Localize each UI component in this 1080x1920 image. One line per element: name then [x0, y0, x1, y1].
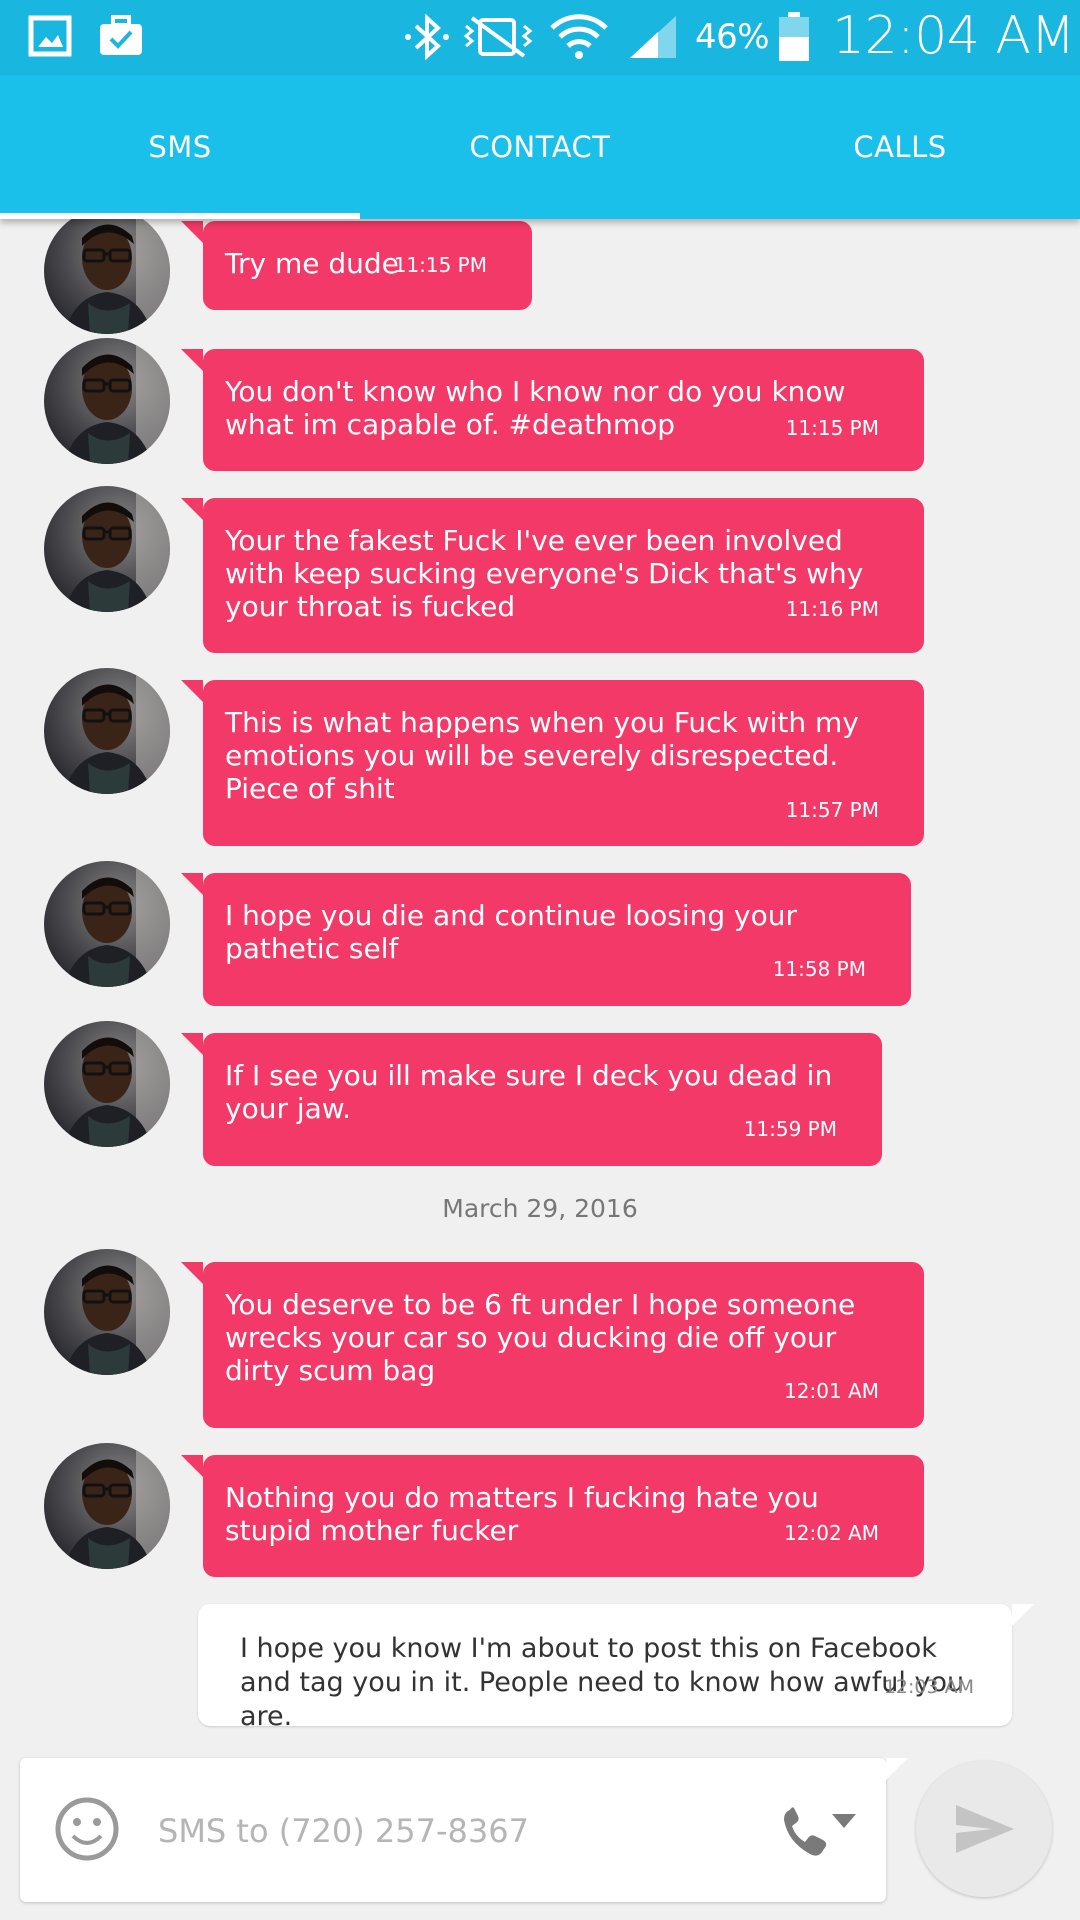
message-time: 11:16 PM — [785, 597, 879, 621]
message-time: 11:59 PM — [743, 1117, 837, 1141]
clock: 12:04 AM — [832, 6, 1075, 66]
avatar[interactable] — [44, 1443, 170, 1569]
message-bubble[interactable]: If I see you ill make sure I deck you de… — [181, 1033, 882, 1166]
avatar[interactable] — [44, 668, 170, 794]
bluetooth-icon — [405, 14, 449, 60]
message-time: 11:15 PM — [785, 416, 879, 440]
gallery-icon — [28, 15, 72, 57]
briefcase-check-icon — [100, 15, 142, 55]
avatar[interactable] — [44, 338, 170, 464]
message-time: 11:15 PM — [393, 253, 487, 277]
emoji-icon[interactable] — [54, 1796, 120, 1862]
message-bubble[interactable]: I hope you die and continue loosing your… — [181, 873, 911, 1006]
muted-vibrate-icon — [463, 16, 533, 58]
tab-label: SMS — [148, 130, 212, 164]
message-time: 11:58 PM — [772, 957, 866, 981]
status-bar: 46% 12:04 AM — [0, 0, 1080, 75]
tab-label: CONTACT — [469, 130, 611, 164]
active-tab-indicator — [0, 213, 360, 219]
battery-icon — [779, 12, 809, 61]
message-time: 11:57 PM — [785, 798, 879, 822]
battery-percentage: 46% — [695, 17, 770, 57]
date-separator: March 29, 2016 — [442, 1194, 638, 1223]
message-text: You deserve to be 6 ft under I hope some… — [225, 1288, 856, 1387]
message-bubble[interactable]: You don't know who I know nor do you kno… — [181, 349, 924, 471]
message-time: 12:03 AM — [883, 1676, 974, 1698]
sms-input[interactable] — [156, 1798, 630, 1864]
avatar[interactable] — [44, 1021, 170, 1147]
tab-label: CALLS — [853, 130, 947, 164]
wifi-icon — [550, 14, 608, 59]
message-time: 12:02 AM — [784, 1521, 879, 1545]
send-icon — [956, 1805, 1014, 1853]
outgoing-message-bubble[interactable]: I hope you know I'm about to post this o… — [198, 1604, 1034, 1732]
avatar[interactable] — [44, 1249, 170, 1375]
message-bubble[interactable]: Try me dude 11:15 PM — [181, 221, 532, 310]
message-bubble[interactable]: Your the fakest Fuck I've ever been invo… — [181, 498, 924, 653]
avatar[interactable] — [44, 486, 170, 612]
avatar[interactable] — [44, 861, 170, 987]
message-bubble[interactable]: Nothing you do matters I fucking hate yo… — [181, 1455, 924, 1577]
message-composer — [20, 1758, 908, 1902]
tab-contact[interactable]: CONTACT — [360, 75, 720, 219]
message-bubble[interactable]: This is what happens when you Fuck with … — [181, 680, 924, 846]
tab-bar: SMS CONTACT CALLS — [0, 75, 1080, 219]
tab-calls[interactable]: CALLS — [720, 75, 1080, 219]
avatar[interactable] — [44, 208, 170, 334]
tab-sms[interactable]: SMS — [0, 75, 360, 219]
send-button[interactable] — [916, 1761, 1052, 1897]
signal-icon — [630, 16, 676, 58]
phone-dropdown-icon[interactable] — [780, 1802, 860, 1862]
message-bubble[interactable]: You deserve to be 6 ft under I hope some… — [181, 1262, 924, 1428]
message-time: 12:01 AM — [784, 1379, 879, 1403]
message-text: This is what happens when you Fuck with … — [225, 706, 859, 805]
message-text: I hope you know I'm about to post this o… — [240, 1633, 965, 1732]
